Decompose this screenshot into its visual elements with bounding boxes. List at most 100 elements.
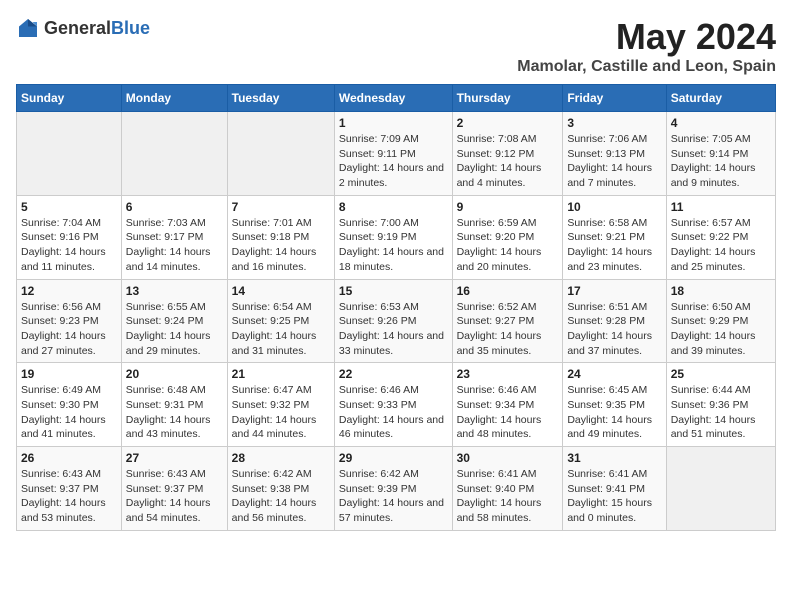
calendar-cell: 12 Sunrise: 6:56 AMSunset: 9:23 PMDayligh… [17, 279, 122, 363]
day-number: 15 [339, 284, 448, 298]
day-number: 6 [126, 200, 223, 214]
day-info: Sunrise: 6:55 AMSunset: 9:24 PMDaylight:… [126, 300, 223, 359]
day-number: 7 [232, 200, 330, 214]
logo-text: GeneralBlue [44, 18, 150, 39]
calendar-week-row: 19 Sunrise: 6:49 AMSunset: 9:30 PMDayligh… [17, 363, 776, 447]
day-number: 12 [21, 284, 117, 298]
day-info: Sunrise: 7:08 AMSunset: 9:12 PMDaylight:… [457, 132, 559, 191]
day-number: 8 [339, 200, 448, 214]
calendar-cell: 9 Sunrise: 6:59 AMSunset: 9:20 PMDaylight… [452, 195, 563, 279]
calendar-week-row: 26Sunrise: 6:43 AMSunset: 9:37 PMDayligh… [17, 447, 776, 531]
calendar-cell: 25Sunrise: 6:44 AMSunset: 9:36 PMDayligh… [666, 363, 775, 447]
day-info: Sunrise: 7:01 AMSunset: 9:18 PMDaylight:… [232, 216, 330, 275]
calendar-table: SundayMondayTuesdayWednesdayThursdayFrid… [16, 84, 776, 531]
day-info: Sunrise: 6:46 AMSunset: 9:34 PMDaylight:… [457, 383, 559, 442]
calendar-cell: 31 Sunrise: 6:41 AMSunset: 9:41 PMDayligh… [563, 447, 666, 531]
logo-icon [16, 16, 40, 40]
weekday-header-tuesday: Tuesday [227, 85, 334, 112]
day-number: 4 [671, 116, 771, 130]
day-number: 27 [126, 451, 223, 465]
calendar-week-row: 12 Sunrise: 6:56 AMSunset: 9:23 PMDayligh… [17, 279, 776, 363]
calendar-cell: 20 Sunrise: 6:48 AMSunset: 9:31 PMDayligh… [121, 363, 227, 447]
subtitle: Mamolar, Castille and Leon, Spain [517, 58, 776, 76]
calendar-cell: 2 Sunrise: 7:08 AMSunset: 9:12 PMDaylight… [452, 112, 563, 196]
calendar-week-row: 5 Sunrise: 7:04 AMSunset: 9:16 PMDaylight… [17, 195, 776, 279]
day-number: 18 [671, 284, 771, 298]
page-header: GeneralBlue May 2024 Mamolar, Castille a… [16, 16, 776, 76]
day-info: Sunrise: 6:41 AMSunset: 9:41 PMDaylight:… [567, 467, 661, 526]
day-info: Sunrise: 6:59 AMSunset: 9:20 PMDaylight:… [457, 216, 559, 275]
calendar-cell: 18 Sunrise: 6:50 AMSunset: 9:29 PMDayligh… [666, 279, 775, 363]
day-info: Sunrise: 7:06 AMSunset: 9:13 PMDaylight:… [567, 132, 661, 191]
day-number: 20 [126, 367, 223, 381]
calendar-cell: 5 Sunrise: 7:04 AMSunset: 9:16 PMDaylight… [17, 195, 122, 279]
day-number: 10 [567, 200, 661, 214]
weekday-header-monday: Monday [121, 85, 227, 112]
day-number: 19 [21, 367, 117, 381]
calendar-cell [121, 112, 227, 196]
day-number: 14 [232, 284, 330, 298]
day-number: 30 [457, 451, 559, 465]
calendar-week-row: 1 Sunrise: 7:09 AMSunset: 9:11 PMDaylight… [17, 112, 776, 196]
day-info: Sunrise: 7:05 AMSunset: 9:14 PMDaylight:… [671, 132, 771, 191]
logo-blue: Blue [111, 18, 150, 38]
day-info: Sunrise: 7:09 AMSunset: 9:11 PMDaylight:… [339, 132, 448, 191]
calendar-cell: 3 Sunrise: 7:06 AMSunset: 9:13 PMDaylight… [563, 112, 666, 196]
day-info: Sunrise: 6:44 AMSunset: 9:36 PMDaylight:… [671, 383, 771, 442]
day-info: Sunrise: 6:50 AMSunset: 9:29 PMDaylight:… [671, 300, 771, 359]
calendar-cell: 30Sunrise: 6:41 AMSunset: 9:40 PMDayligh… [452, 447, 563, 531]
day-number: 21 [232, 367, 330, 381]
day-number: 3 [567, 116, 661, 130]
calendar-cell: 26Sunrise: 6:43 AMSunset: 9:37 PMDayligh… [17, 447, 122, 531]
calendar-cell: 8Sunrise: 7:00 AMSunset: 9:19 PMDaylight… [334, 195, 452, 279]
calendar-cell: 29Sunrise: 6:42 AMSunset: 9:39 PMDayligh… [334, 447, 452, 531]
main-title: May 2024 [517, 16, 776, 58]
day-number: 13 [126, 284, 223, 298]
calendar-cell: 7 Sunrise: 7:01 AMSunset: 9:18 PMDaylight… [227, 195, 334, 279]
day-number: 2 [457, 116, 559, 130]
day-info: Sunrise: 6:43 AMSunset: 9:37 PMDaylight:… [126, 467, 223, 526]
calendar-cell [666, 447, 775, 531]
calendar-cell: 22Sunrise: 6:46 AMSunset: 9:33 PMDayligh… [334, 363, 452, 447]
day-info: Sunrise: 6:51 AMSunset: 9:28 PMDaylight:… [567, 300, 661, 359]
day-info: Sunrise: 6:58 AMSunset: 9:21 PMDaylight:… [567, 216, 661, 275]
day-info: Sunrise: 6:53 AMSunset: 9:26 PMDaylight:… [339, 300, 448, 359]
day-info: Sunrise: 6:46 AMSunset: 9:33 PMDaylight:… [339, 383, 448, 442]
calendar-cell [227, 112, 334, 196]
weekday-header-friday: Friday [563, 85, 666, 112]
day-number: 11 [671, 200, 771, 214]
day-number: 1 [339, 116, 448, 130]
calendar-cell: 15 Sunrise: 6:53 AMSunset: 9:26 PMDayligh… [334, 279, 452, 363]
day-number: 24 [567, 367, 661, 381]
day-info: Sunrise: 6:56 AMSunset: 9:23 PMDaylight:… [21, 300, 117, 359]
weekday-header-sunday: Sunday [17, 85, 122, 112]
day-number: 9 [457, 200, 559, 214]
day-info: Sunrise: 6:52 AMSunset: 9:27 PMDaylight:… [457, 300, 559, 359]
day-number: 28 [232, 451, 330, 465]
day-info: Sunrise: 6:57 AMSunset: 9:22 PMDaylight:… [671, 216, 771, 275]
weekday-header-wednesday: Wednesday [334, 85, 452, 112]
calendar-cell [17, 112, 122, 196]
day-number: 5 [21, 200, 117, 214]
logo-general: General [44, 18, 111, 38]
title-area: May 2024 Mamolar, Castille and Leon, Spa… [517, 16, 776, 76]
day-number: 16 [457, 284, 559, 298]
calendar-cell: 17Sunrise: 6:51 AMSunset: 9:28 PMDayligh… [563, 279, 666, 363]
day-info: Sunrise: 6:45 AMSunset: 9:35 PMDaylight:… [567, 383, 661, 442]
calendar-cell: 28Sunrise: 6:42 AMSunset: 9:38 PMDayligh… [227, 447, 334, 531]
day-number: 29 [339, 451, 448, 465]
calendar-cell: 23 Sunrise: 6:46 AMSunset: 9:34 PMDayligh… [452, 363, 563, 447]
calendar-cell: 19 Sunrise: 6:49 AMSunset: 9:30 PMDayligh… [17, 363, 122, 447]
day-info: Sunrise: 7:03 AMSunset: 9:17 PMDaylight:… [126, 216, 223, 275]
day-number: 23 [457, 367, 559, 381]
day-info: Sunrise: 7:04 AMSunset: 9:16 PMDaylight:… [21, 216, 117, 275]
day-number: 31 [567, 451, 661, 465]
calendar-cell: 11 Sunrise: 6:57 AMSunset: 9:22 PMDayligh… [666, 195, 775, 279]
day-info: Sunrise: 6:49 AMSunset: 9:30 PMDaylight:… [21, 383, 117, 442]
day-info: Sunrise: 6:54 AMSunset: 9:25 PMDaylight:… [232, 300, 330, 359]
weekday-header-row: SundayMondayTuesdayWednesdayThursdayFrid… [17, 85, 776, 112]
calendar-cell: 16 Sunrise: 6:52 AMSunset: 9:27 PMDayligh… [452, 279, 563, 363]
day-info: Sunrise: 6:48 AMSunset: 9:31 PMDaylight:… [126, 383, 223, 442]
calendar-cell: 6 Sunrise: 7:03 AMSunset: 9:17 PMDaylight… [121, 195, 227, 279]
day-info: Sunrise: 6:47 AMSunset: 9:32 PMDaylight:… [232, 383, 330, 442]
